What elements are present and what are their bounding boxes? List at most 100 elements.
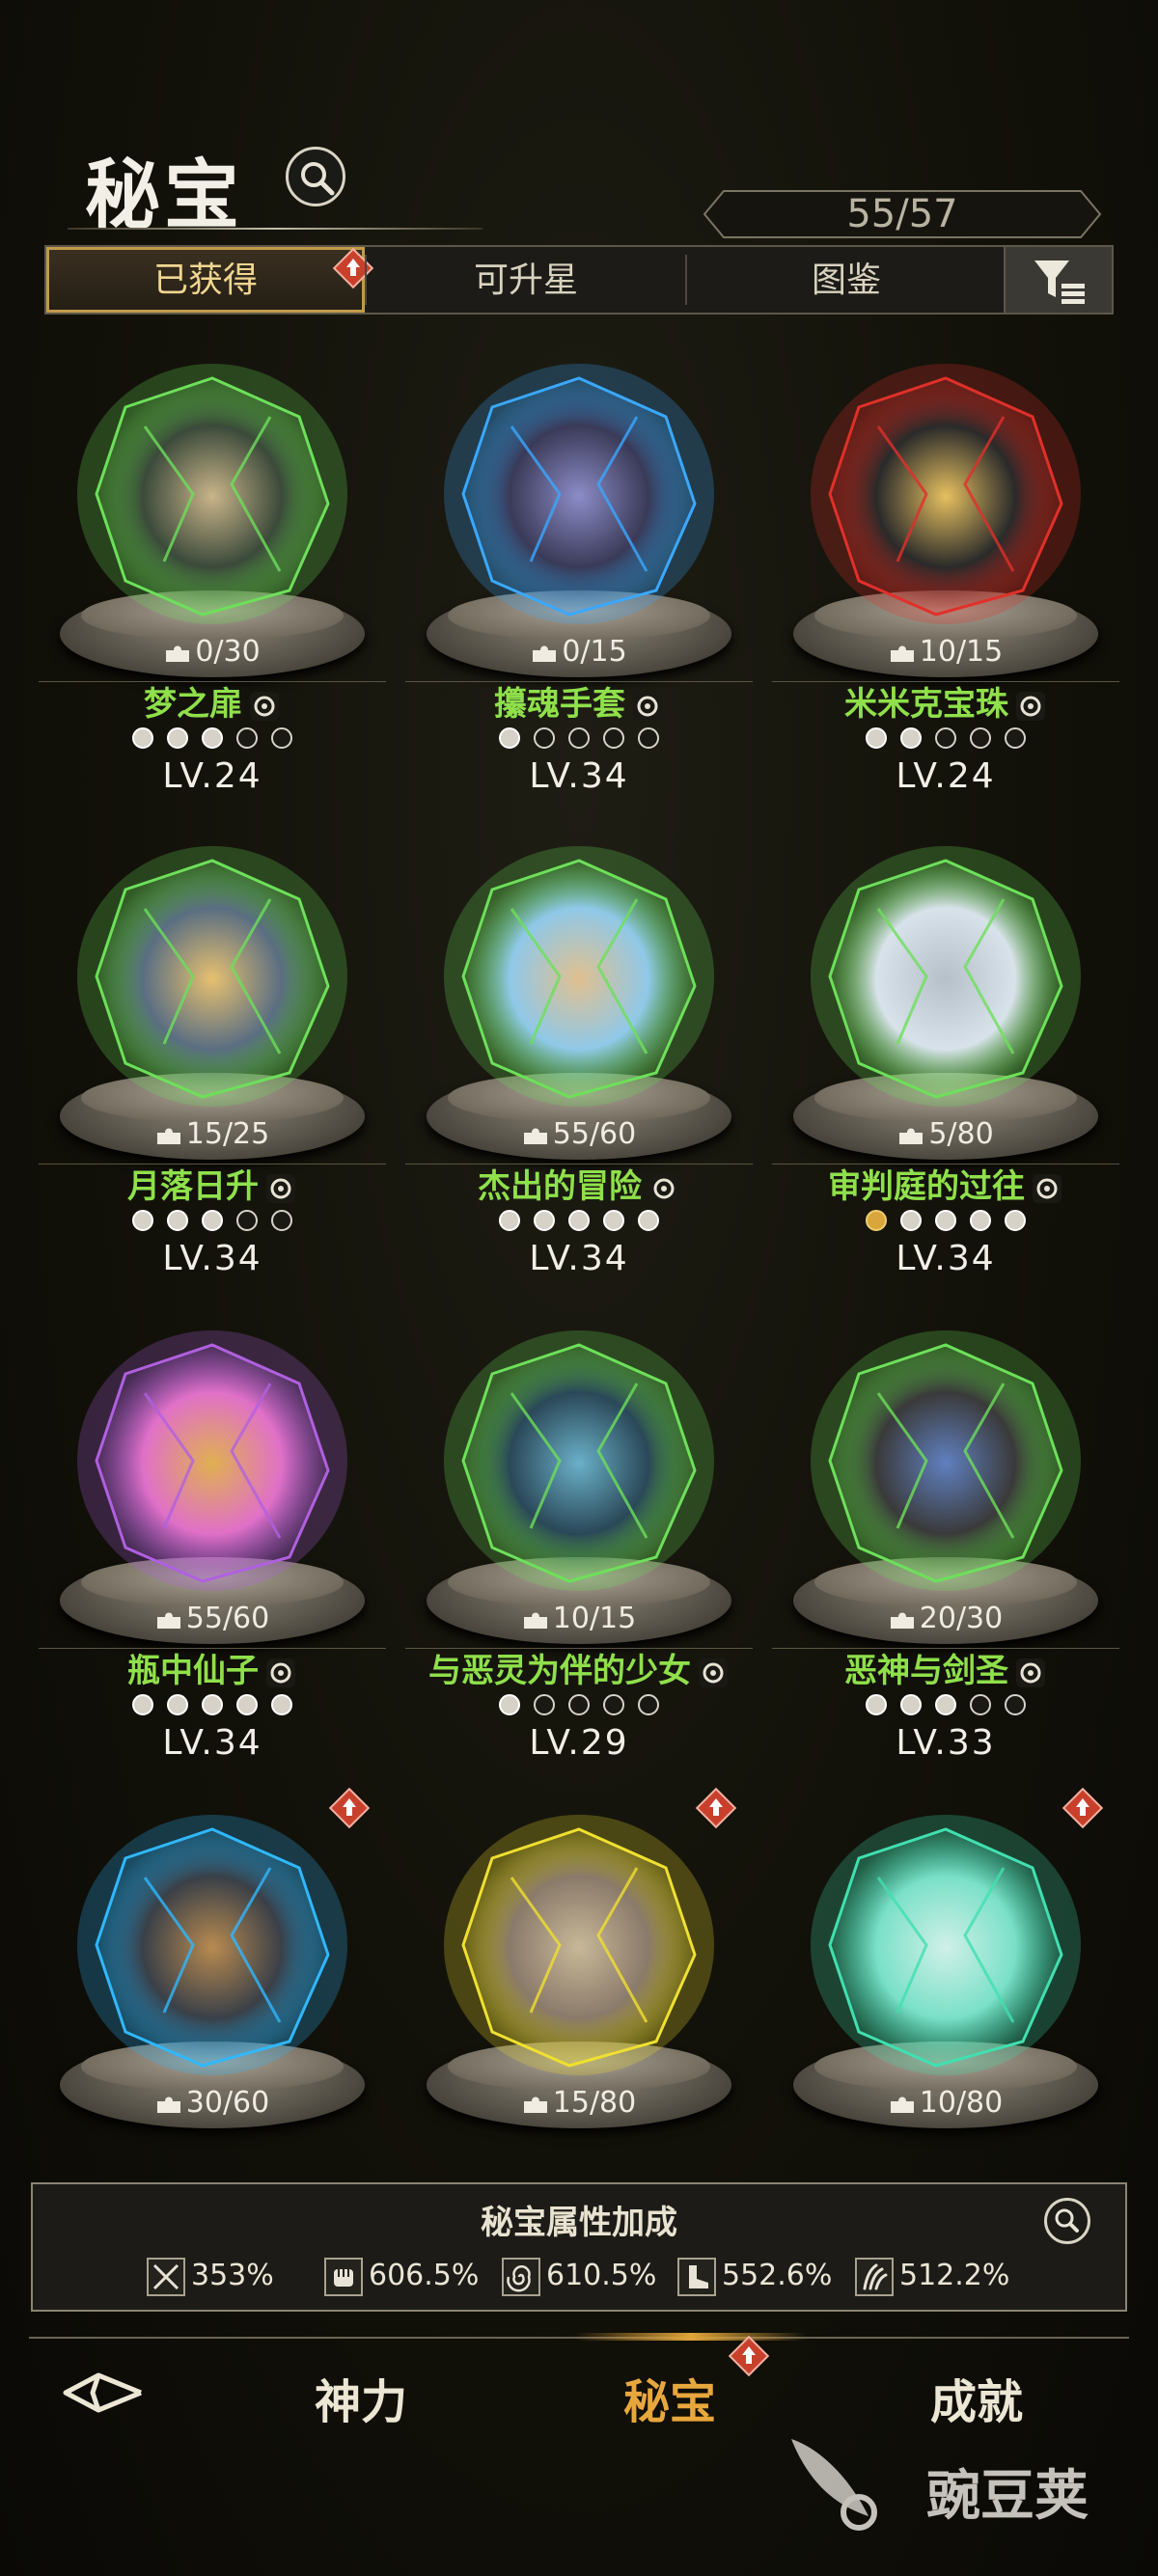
treasure-progress: 0/15 <box>405 635 753 669</box>
watermark-logo-icon <box>791 2439 877 2531</box>
treasure-card[interactable]: 20/30 恶神与剑圣 LV.33 <box>772 1316 1119 1798</box>
star-icon <box>236 1210 258 1231</box>
treasure-card[interactable]: 10/15 与恶灵为伴的少女 LV.29 <box>405 1316 753 1798</box>
treasure-artwork <box>811 846 1081 1107</box>
star-icon <box>603 727 624 749</box>
treasure-artwork <box>77 846 347 1107</box>
star-icon <box>271 1694 292 1715</box>
treasure-artwork <box>77 364 347 624</box>
star-icon <box>236 727 258 749</box>
collection-count: 55/57 <box>846 192 958 236</box>
boot-icon <box>677 2257 716 2296</box>
star-icon <box>534 727 555 749</box>
star-icon <box>935 1210 956 1231</box>
attribute-panel-title: 秘宝属性加成 <box>481 2205 677 2241</box>
puzzle-piece-icon <box>156 2096 180 2113</box>
treasure-artwork <box>77 1330 347 1591</box>
treasure-artwork <box>811 1815 1081 2075</box>
tab-upgradable[interactable]: 可升星 <box>367 247 685 313</box>
star-icon <box>935 727 956 749</box>
star-icon <box>970 727 991 749</box>
sword-icon <box>147 2257 185 2296</box>
nav-active-indicator <box>575 2333 807 2341</box>
filter-button[interactable] <box>1004 247 1112 313</box>
collection-counter: 55/57 <box>703 189 1102 239</box>
title-divider <box>68 228 482 230</box>
treasure-card[interactable]: 55/60 瓶中仙子 LV.34 <box>39 1316 386 1798</box>
treasure-card[interactable]: 10/15 米米克宝珠 LV.24 <box>772 349 1119 832</box>
claw-icon <box>1033 1174 1062 1204</box>
search-icon <box>301 162 335 196</box>
back-arrow-icon <box>63 2372 142 2413</box>
treasure-name: 米米克宝珠 <box>772 677 1119 725</box>
puzzle-piece-icon <box>533 645 557 662</box>
attribute-info-button[interactable] <box>1044 2198 1090 2244</box>
treasure-progress: 15/80 <box>405 2086 753 2120</box>
upgrade-badge-icon <box>728 2335 770 2377</box>
treasure-progress: 5/80 <box>772 1117 1119 1151</box>
puzzle-piece-icon <box>890 1612 914 1629</box>
tab-acquired[interactable]: 已获得 <box>46 247 365 313</box>
puzzle-piece-icon <box>523 1612 547 1629</box>
treasure-level: LV.34 <box>162 1239 262 1278</box>
fist-icon <box>699 1658 728 1688</box>
star-icon <box>638 1694 659 1715</box>
star-icon <box>638 727 659 749</box>
star-icon <box>499 1210 520 1231</box>
tab-codex[interactable]: 图鉴 <box>687 247 1006 313</box>
treasure-progress: 10/15 <box>405 1602 753 1635</box>
star-icon <box>1005 727 1026 749</box>
star-icon <box>603 1210 624 1231</box>
treasure-level: LV.34 <box>529 756 629 796</box>
star-icon <box>167 727 188 749</box>
fist-icon <box>1016 692 1045 722</box>
treasure-artwork <box>444 364 714 624</box>
treasure-card[interactable]: 0/15 攥魂手套 LV.34 <box>405 349 753 832</box>
fist-icon <box>266 1174 295 1204</box>
claw-icon <box>855 2257 894 2296</box>
puzzle-piece-icon <box>156 1128 180 1144</box>
star-icon <box>866 1210 887 1231</box>
treasure-artwork <box>77 1815 347 2075</box>
star-icon <box>1005 1210 1026 1231</box>
attribute-spiral: 610.5% <box>502 2254 656 2298</box>
back-button[interactable] <box>60 2360 149 2425</box>
treasure-artwork <box>444 1330 714 1591</box>
star-icon <box>568 727 590 749</box>
treasure-artwork <box>811 364 1081 624</box>
treasure-card[interactable]: 55/60 杰出的冒险 LV.34 <box>405 832 753 1314</box>
nav-treasure[interactable]: 秘宝 <box>623 2364 716 2431</box>
treasure-artwork <box>444 1815 714 2075</box>
star-icon <box>167 1210 188 1231</box>
star-icon <box>202 1694 223 1715</box>
treasure-progress: 10/15 <box>772 635 1119 669</box>
treasure-name: 与恶灵为伴的少女 <box>405 1644 753 1691</box>
treasure-card[interactable]: 0/30 梦之扉 LV.24 <box>39 349 386 832</box>
puzzle-piece-icon <box>156 1612 180 1629</box>
star-icon <box>132 1694 153 1715</box>
star-icon <box>568 1210 590 1231</box>
star-icon <box>534 1210 555 1231</box>
star-icon <box>1005 1694 1026 1715</box>
treasure-card[interactable]: 15/25 月落日升 LV.34 <box>39 832 386 1314</box>
star-icon <box>866 727 887 749</box>
puzzle-piece-icon <box>166 645 190 662</box>
star-icon <box>167 1694 188 1715</box>
star-icon <box>900 727 922 749</box>
star-icon <box>132 1210 153 1231</box>
fist-icon <box>324 2257 363 2296</box>
star-icon <box>568 1694 590 1715</box>
puzzle-piece-icon <box>890 645 914 662</box>
search-button[interactable] <box>286 147 345 206</box>
star-icon <box>271 727 292 749</box>
treasure-name: 梦之扉 <box>39 677 386 725</box>
star-icon <box>970 1694 991 1715</box>
treasure-card[interactable]: 5/80 审判庭的过往 LV.34 <box>772 832 1119 1314</box>
claw-icon <box>266 1658 295 1688</box>
nav-divine-power[interactable]: 神力 <box>315 2364 407 2431</box>
watermark: 豌豆荚 <box>782 2420 1129 2535</box>
star-icon <box>935 1694 956 1715</box>
treasure-name: 审判庭的过往 <box>772 1160 1119 1207</box>
star-rating <box>772 1210 1119 1235</box>
treasure-progress: 55/60 <box>39 1602 386 1635</box>
